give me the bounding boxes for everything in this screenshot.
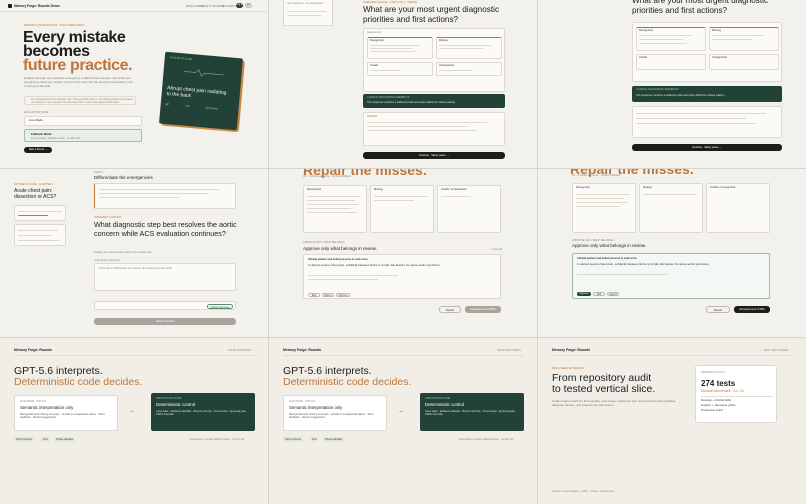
hero-eyebrow: MEMORY FORGE ROUNDS · BUILD WEEK DEMO xyxy=(24,24,85,27)
diagnostic-tile-2: What are your most urgent diagnostic pri… xyxy=(538,0,806,168)
arch-title-2: Deterministic code decides. xyxy=(14,376,143,388)
stats-tag: BUILT WITH CODEX xyxy=(764,349,789,352)
logo-icon xyxy=(8,4,12,8)
app-code-card-2: APPLICATION CODE Deterministic control C… xyxy=(420,393,524,431)
stats-title-2: to tested vertical slice. xyxy=(552,383,656,395)
items-left: 1 item left xyxy=(491,248,503,251)
app-code-card: APPLICATION CODE Deterministic control C… xyxy=(151,393,255,431)
hero-title-3: future practice. xyxy=(23,57,133,74)
nav-rounds[interactable]: ROUNDS xyxy=(222,4,235,9)
feedback-card: CLINICAL REASONING FEEDBACK The response… xyxy=(363,94,505,108)
arch-footnote: Recorded in verified fallback Mode · no … xyxy=(190,438,245,441)
unsupported-box: Unsupported xyxy=(436,62,502,76)
repair-col-recognized: Recognized xyxy=(303,185,367,233)
approve-button[interactable]: Approve xyxy=(336,293,350,297)
unsafe-box: Unsafe xyxy=(367,62,433,76)
tests-count: 274 tests xyxy=(701,379,736,388)
login-button[interactable]: Log in xyxy=(236,3,243,8)
context-card xyxy=(94,183,236,209)
approve-label: APPROVE ONLY WHAT BELONGS xyxy=(303,241,345,244)
repair-col-unsafe: Unsafe / Unsupported xyxy=(437,185,501,233)
add-fsrs-button[interactable]: Add approved to FSRS xyxy=(465,306,501,313)
scenario-header: SCENARIO CHOICE · STEP 2 OF 4 · TRIAGE xyxy=(363,1,417,4)
submit-response-button[interactable]: Submit response xyxy=(94,318,236,325)
choice-question: What diagnostic step best resolves the a… xyxy=(94,220,237,238)
arrow-right-icon: → xyxy=(129,408,135,414)
repair-col-missing: Missing xyxy=(370,185,434,233)
arch-tag: TRUST BOUNDARY xyxy=(228,349,252,352)
draft-card: Clinical pattern and initial pressure in… xyxy=(303,254,501,299)
disclaimer-note: For educational demonstration only. This… xyxy=(24,96,136,105)
answer-label: Your clinical reasoning xyxy=(94,259,120,262)
feedback-card-2: CLINICAL REASONING FEEDBACK The response… xyxy=(632,86,782,102)
case-tag: SYNTHETIC CASE · CHAPTER 1 xyxy=(14,183,54,186)
stats-brand: Memory Forge: Rounds xyxy=(552,348,591,352)
approve-question: Approve only what belongs in review. xyxy=(303,246,378,251)
architecture-tile-2: Memory Forge: Rounds TRUST BOUNDARY GPT-… xyxy=(269,338,537,504)
chip-zod: Zod xyxy=(41,437,50,442)
arch-brand: Memory Forge: Rounds xyxy=(14,348,53,352)
architecture-tile: Memory Forge: Rounds TRUST BOUNDARY GPT-… xyxy=(0,338,268,504)
hero-tile: Memory Forge: Rounds Demo BUILD WEEK HOW… xyxy=(0,0,268,168)
stats-body: Codex helped audit the ID boundary, lock… xyxy=(552,399,676,407)
question-label: INTERPRET CONTEXT xyxy=(94,216,122,219)
draft-card-2: Clinical pattern and initial pressure in… xyxy=(572,253,770,299)
approve-question-2: Approve only what belongs in review. xyxy=(572,243,647,248)
repair-tile: Repair the misses. Fill · 3 critical dec… xyxy=(269,169,537,337)
fallback-mode-option[interactable]: Fallback Mode Pre-recorded, verified ans… xyxy=(24,129,142,142)
question-sub: Explain your clinical reasoning for the … xyxy=(94,251,153,254)
chip-phase-allowlist: Phase allowlist xyxy=(54,437,76,442)
verified-card: VERIFIED LOCALLY 274 tests Medical bench… xyxy=(695,365,777,423)
app-title: Memory Forge: Rounds Demo xyxy=(14,4,60,8)
assessment-card-2: Recognized Missing Unsafe Unsupported xyxy=(632,22,782,82)
step-title: Differentiate the emergencies xyxy=(94,175,153,180)
repair-sub: Fill · 3 critical decisions · Verified F… xyxy=(303,175,351,178)
nav-how-it-works[interactable]: HOW IT WORKS xyxy=(201,4,224,9)
question-title-2: What are your most urgent diagnostic pri… xyxy=(632,0,769,15)
answer-textarea[interactable]: Think aloud. Differential, first actions… xyxy=(94,263,236,291)
restart-button-2[interactable]: Restart xyxy=(706,306,730,313)
draft-bar[interactable]: Submit response xyxy=(94,301,236,310)
case-progress xyxy=(14,205,66,221)
edit-button[interactable]: Edit xyxy=(308,293,320,297)
restart-button[interactable]: Restart xyxy=(439,306,461,313)
case-card: SYNTHETIC CASE Abrupt chest pain radiati… xyxy=(159,51,243,131)
diagnostic-tile: Your response · AI assessment SCENARIO C… xyxy=(269,0,537,168)
live-mode-card-2: LIVE MODE · GPT-5.6 Semantic interpretat… xyxy=(283,395,387,431)
step-label: STEP 2 xyxy=(94,171,103,174)
review-card-2 xyxy=(632,106,782,138)
stats-eyebrow: BUILD WEEK EXTENSION xyxy=(552,367,584,370)
eval-mode-label: EVALUATION MODE xyxy=(24,111,49,114)
repair-sub-2: Fill · 3 critical decisions · Verified F… xyxy=(572,174,620,177)
stats-tile: Memory Forge: Rounds BUILT WITH CODEX BU… xyxy=(538,338,806,504)
case-steps xyxy=(14,224,66,246)
stats-footer: Human control surfaces · editor · clinic… xyxy=(552,490,614,493)
live-mode-option[interactable]: Live Mode xyxy=(24,116,142,126)
repair-tile-2: Repair the misses. Fill · 3 critical dec… xyxy=(538,169,806,337)
review-card: REVIEW xyxy=(363,112,505,146)
left-panel: Your response · AI assessment xyxy=(283,0,333,26)
reject-button[interactable]: Reject xyxy=(322,293,334,297)
add-fsrs-button-2[interactable]: Add approved to FSRS xyxy=(734,306,770,313)
choice-tile: SYNTHETIC CASE · CHAPTER 1 Acute chest p… xyxy=(0,169,268,337)
chip-strict-schema: Strict schema xyxy=(14,437,34,442)
arrow-right-icon-2: → xyxy=(398,408,404,414)
benchmark: Medical benchmark · 24 / 24 xyxy=(701,389,744,393)
hero-body: Replace through one synthetic emergency … xyxy=(24,76,133,88)
question-title: What are your most urgent diagnostic pri… xyxy=(363,5,500,24)
missing-box: Missing xyxy=(436,37,502,59)
assessment-card: Assessment Recognized Missing Unsafe Uns… xyxy=(363,28,505,92)
start-round-button[interactable]: Start a Round → xyxy=(24,147,52,153)
heartbeat-icon xyxy=(183,69,224,77)
lang-button[interactable]: EN xyxy=(245,3,252,8)
case-title: Acute chest pain: dissection or ACS? xyxy=(14,188,57,200)
continue-safety-button[interactable]: Continue · Safety pause → xyxy=(363,152,505,159)
send-button[interactable]: Submit response xyxy=(207,303,233,309)
live-mode-card: LIVE MODE · GPT-5.6 Semantic interpretat… xyxy=(14,395,118,431)
continue-safety-button-2[interactable]: Continue · Safety pause → xyxy=(632,144,782,151)
recognized-box: Recognized xyxy=(367,37,433,59)
